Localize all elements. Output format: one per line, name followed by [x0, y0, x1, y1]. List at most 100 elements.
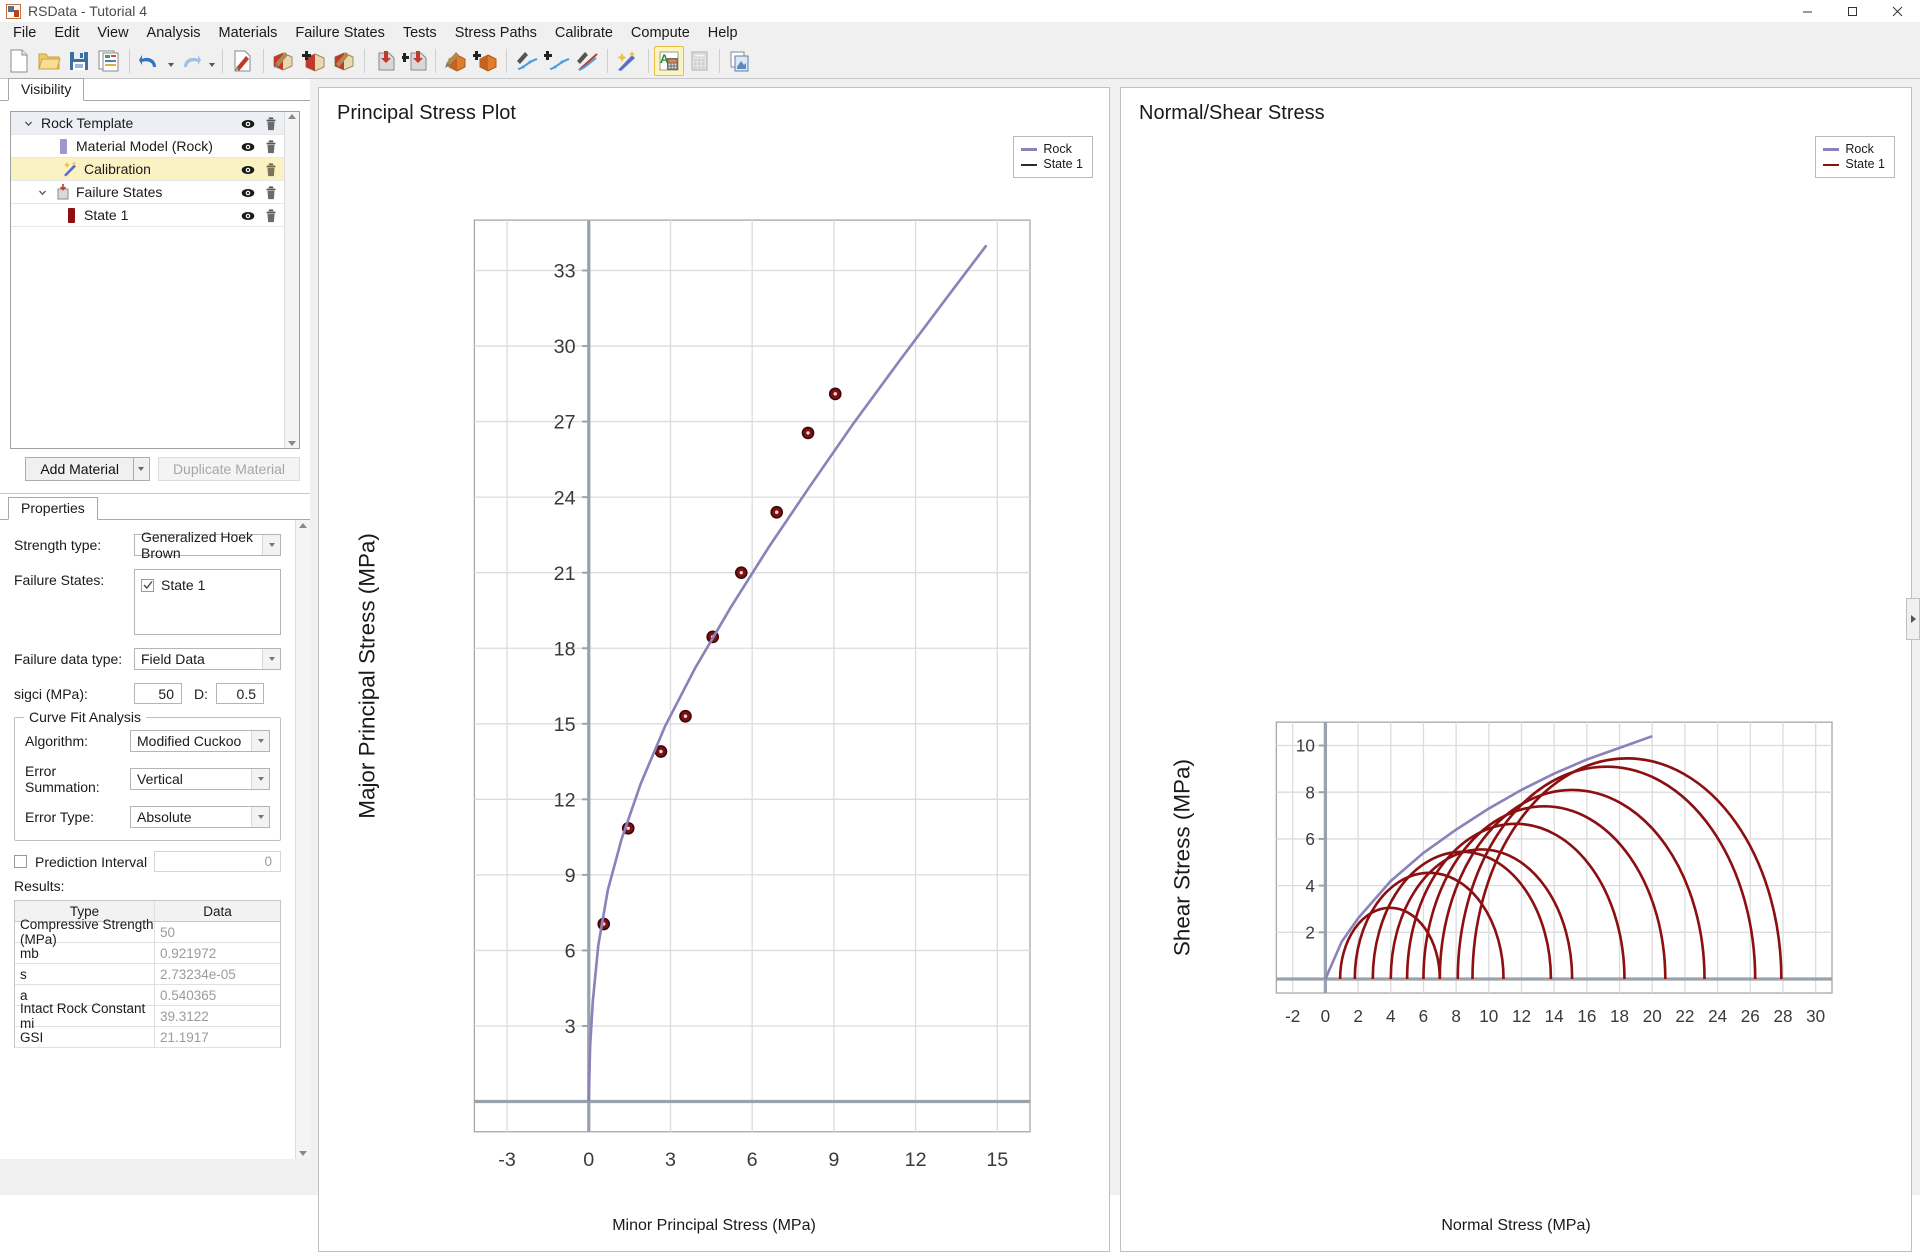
calculator-icon[interactable]: [684, 46, 714, 76]
sigci-input[interactable]: 50: [134, 683, 182, 704]
tree-row-state-1[interactable]: State 1: [11, 204, 284, 227]
minimize-button[interactable]: [1785, 0, 1830, 22]
menu-materials[interactable]: Materials: [210, 23, 287, 43]
left-panel: Visibility Rock Template: [0, 79, 310, 1159]
tree-scrollbar[interactable]: [284, 112, 299, 448]
delete-trash-icon[interactable]: [264, 186, 278, 200]
error-summation-label: Error Summation:: [25, 763, 130, 795]
menu-help[interactable]: Help: [699, 23, 747, 43]
d-input[interactable]: 0.5: [216, 683, 264, 704]
menu-edit[interactable]: Edit: [45, 23, 88, 43]
result-type: Intact Rock Constant mi: [15, 1006, 155, 1026]
visibility-eye-icon[interactable]: [241, 209, 255, 223]
svg-text:30: 30: [554, 336, 576, 358]
error-type-select[interactable]: Absolute: [130, 806, 270, 828]
edit-failure-state-icon[interactable]: [441, 46, 471, 76]
menu-view[interactable]: View: [88, 23, 137, 43]
redo-dropdown-caret[interactable]: [206, 46, 217, 76]
scroll-up-icon[interactable]: [288, 114, 296, 119]
redo-icon[interactable]: [176, 46, 206, 76]
tree-row-calibration[interactable]: Calibration: [11, 158, 284, 181]
chevron-down-icon[interactable]: [251, 731, 269, 751]
svg-text:9: 9: [828, 1149, 839, 1171]
new-file-icon[interactable]: [4, 46, 34, 76]
visibility-eye-icon[interactable]: [241, 140, 255, 154]
add-failure-state-icon[interactable]: [471, 46, 501, 76]
chevron-down-icon[interactable]: [21, 112, 35, 135]
svg-text:24: 24: [554, 487, 576, 509]
menu-tests[interactable]: Tests: [394, 23, 446, 43]
properties-scrollbar[interactable]: [295, 520, 310, 1159]
copy-image-icon[interactable]: [725, 46, 755, 76]
open-folder-icon[interactable]: [34, 46, 64, 76]
algorithm-select[interactable]: Modified Cuckoo: [130, 730, 270, 752]
strength-type-select[interactable]: Generalized Hoek Brown: [134, 534, 281, 556]
failure-states-listbox[interactable]: State 1: [134, 569, 281, 635]
delete-trash-icon[interactable]: [264, 117, 278, 131]
tree-row-rock-template[interactable]: Rock Template: [11, 112, 284, 135]
save-icon[interactable]: [64, 46, 94, 76]
result-type: mb: [15, 943, 155, 963]
menu-compute[interactable]: Compute: [622, 23, 699, 43]
svg-text:26: 26: [1741, 1006, 1760, 1026]
tree-row-failure-states[interactable]: Failure States: [11, 181, 284, 204]
report-icon[interactable]: [94, 46, 124, 76]
state-1-checkbox[interactable]: [141, 579, 154, 592]
chevron-down-icon[interactable]: [251, 807, 269, 827]
strength-type-value: Generalized Hoek Brown: [141, 529, 280, 561]
edit-rock-icon[interactable]: [329, 46, 359, 76]
results-label: Results:: [14, 878, 281, 894]
menu-bar: File Edit View Analysis Materials Failur…: [0, 22, 1920, 44]
menu-failure-states[interactable]: Failure States: [286, 23, 393, 43]
visibility-eye-icon[interactable]: [241, 117, 255, 131]
chevron-down-icon[interactable]: [251, 769, 269, 789]
edit-curve-icon[interactable]: [512, 46, 542, 76]
failure-state-item[interactable]: State 1: [141, 577, 274, 593]
undo-dropdown-caret[interactable]: [165, 46, 176, 76]
error-summation-select[interactable]: Vertical: [130, 768, 270, 790]
edit-material-icon[interactable]: [269, 46, 299, 76]
failure-data-type-value: Field Data: [141, 651, 205, 667]
expand-side-panel-button[interactable]: [1906, 598, 1920, 640]
scroll-down-icon[interactable]: [288, 441, 296, 446]
visibility-eye-icon[interactable]: [241, 163, 255, 177]
close-button[interactable]: [1875, 0, 1920, 22]
svg-text:4: 4: [1305, 876, 1315, 896]
edit-test-icon[interactable]: [572, 46, 602, 76]
menu-file[interactable]: File: [4, 23, 45, 43]
add-state-icon[interactable]: [400, 46, 430, 76]
menu-stress-paths[interactable]: Stress Paths: [446, 23, 546, 43]
prediction-interval-checkbox[interactable]: [14, 855, 27, 868]
calibrate-wand-icon[interactable]: [613, 46, 643, 76]
delete-trash-icon[interactable]: [264, 163, 278, 177]
duplicate-material-button[interactable]: Duplicate Material: [158, 457, 300, 481]
maximize-button[interactable]: [1830, 0, 1875, 22]
scroll-down-icon[interactable]: [299, 1151, 307, 1156]
prediction-interval-input[interactable]: 0: [154, 851, 281, 872]
add-material-dropdown-caret[interactable]: [134, 457, 150, 481]
chevron-down-icon[interactable]: [35, 181, 49, 204]
visibility-eye-icon[interactable]: [241, 186, 255, 200]
add-material-icon[interactable]: [299, 46, 329, 76]
import-state-icon[interactable]: [370, 46, 400, 76]
legend-item-state-1: State 1: [1021, 157, 1083, 172]
tab-properties[interactable]: Properties: [8, 497, 98, 520]
auto-calculate-icon[interactable]: A: [654, 46, 684, 76]
edit-document-icon[interactable]: [228, 46, 258, 76]
failure-data-type-select[interactable]: Field Data: [134, 648, 281, 670]
delete-trash-icon[interactable]: [264, 140, 278, 154]
menu-calibrate[interactable]: Calibrate: [546, 23, 622, 43]
scroll-up-icon[interactable]: [299, 523, 307, 528]
delete-trash-icon[interactable]: [264, 209, 278, 223]
svg-text:-2: -2: [1285, 1006, 1300, 1026]
add-material-button[interactable]: Add Material: [25, 457, 134, 481]
tab-visibility[interactable]: Visibility: [8, 78, 84, 101]
tree-row-material-model[interactable]: Material Model (Rock): [11, 135, 284, 158]
svg-text:12: 12: [1512, 1006, 1531, 1026]
chevron-down-icon[interactable]: [262, 535, 280, 555]
undo-icon[interactable]: [135, 46, 165, 76]
chevron-down-icon[interactable]: [262, 649, 280, 669]
svg-text:6: 6: [565, 941, 576, 963]
menu-analysis[interactable]: Analysis: [138, 23, 210, 43]
add-curve-icon[interactable]: [542, 46, 572, 76]
